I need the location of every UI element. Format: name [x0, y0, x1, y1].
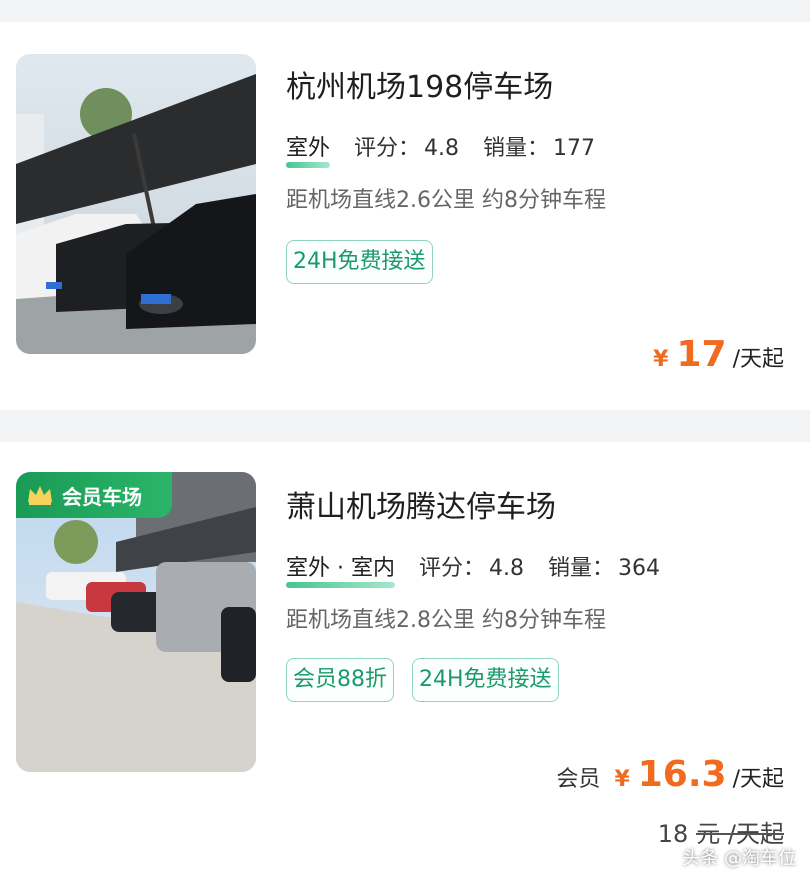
currency-symbol: ¥: [653, 347, 669, 372]
price-unit: /天起: [732, 767, 784, 792]
member-price-label: 会员: [556, 767, 601, 792]
member-badge-label: 会员车场: [62, 484, 142, 509]
parking-photo[interactable]: [16, 54, 256, 354]
rating-label: 评分：: [418, 556, 485, 581]
crown-icon: [28, 486, 52, 505]
parking-photo[interactable]: 会员车场: [16, 472, 256, 772]
sales-value: 177: [553, 136, 596, 161]
member-badge: 会员车场: [16, 472, 172, 518]
member-price: 会员 ¥ 16.3 /天起: [556, 754, 784, 795]
parking-meta: 室外 评分： 4.8 销量： 177: [286, 130, 596, 168]
price-value: 17: [676, 334, 727, 375]
parking-lot-image: [16, 54, 256, 354]
tag-list: 会员88折 24H免费接送: [286, 658, 559, 702]
parking-card[interactable]: 杭州机场198停车场 室外 评分： 4.8 销量： 177 距机场直线2.6公里…: [0, 22, 810, 410]
rating-value: 4.8: [424, 136, 460, 161]
distance-text: 距机场直线2.6公里 约8分钟车程: [286, 188, 606, 213]
parking-title[interactable]: 杭州机场198停车场: [286, 62, 553, 106]
rating-label: 评分：: [354, 136, 421, 161]
distance-text: 距机场直线2.8公里 约8分钟车程: [286, 608, 606, 633]
parking-title[interactable]: 萧山机场腾达停车场: [286, 482, 556, 526]
watermark: 头条 @淘车位: [682, 848, 796, 869]
price-value: 16.3: [637, 754, 727, 795]
sales-value: 364: [618, 556, 661, 581]
rating-value: 4.8: [489, 556, 524, 581]
parking-meta: 室外 · 室内 评分： 4.8 销量： 364: [286, 550, 661, 588]
tag-free-shuttle: 24H免费接送: [286, 240, 433, 284]
location-type: 室外 · 室内: [286, 550, 395, 588]
parking-card[interactable]: 会员车场 萧山机场腾达停车场 室外 · 室内 评分： 4.8 销量： 364 距…: [0, 442, 810, 882]
sales-label: 销量：: [483, 136, 550, 161]
tag-member-discount: 会员88折: [286, 658, 394, 702]
sales-label: 销量：: [548, 556, 615, 581]
currency-symbol: ¥: [614, 767, 630, 792]
tag-free-shuttle: 24H免费接送: [412, 658, 559, 702]
tag-list: 24H免费接送: [286, 240, 433, 284]
price: ¥ 17 /天起: [653, 334, 784, 375]
price-unit: /天起: [732, 347, 784, 372]
location-type: 室外: [286, 130, 331, 168]
